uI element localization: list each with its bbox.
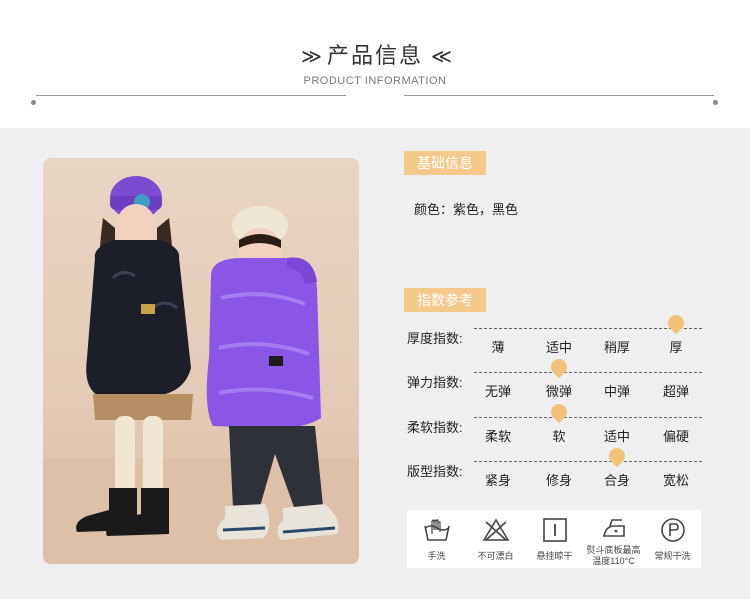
index-scale-line: [474, 328, 702, 329]
care-item-dry-clean: 常规干洗: [643, 510, 702, 568]
index-option: 合身: [603, 473, 630, 488]
care-label: 悬挂晾干: [536, 551, 573, 561]
left-arrow-icon: ≫: [301, 46, 322, 68]
index-option: 宽松: [662, 473, 689, 488]
index-label: 柔软指数:: [407, 420, 463, 435]
product-photo: [43, 158, 359, 564]
hang-dry-icon: [543, 518, 567, 542]
care-instructions: 手洗 不可漂白 悬挂晾干 熨斗底板最高 温度110°C 常规干洗: [407, 510, 701, 568]
index-ref-tag: 指数参考: [404, 288, 486, 312]
care-label: 熨斗底板最高 温度110°C: [586, 545, 641, 566]
divider-dot-left: [31, 100, 36, 105]
care-label: 手洗: [427, 551, 446, 561]
care-item-no-bleach: 不可漂白: [466, 510, 525, 568]
index-option: 适中: [603, 429, 630, 444]
index-option: 超弹: [662, 384, 689, 399]
kids-illustration: [43, 176, 359, 564]
hand-wash-icon: [424, 518, 450, 541]
index-option: 柔软: [484, 429, 511, 444]
index-option: 稍厚: [603, 340, 630, 355]
basic-info-tag: 基础信息: [404, 151, 486, 175]
index-scale-line: [474, 372, 702, 373]
divider-dot-right: [713, 100, 718, 105]
index-option: 厚: [669, 340, 683, 355]
no-bleach-icon: [482, 518, 510, 541]
right-arrow-icon: ≪: [431, 46, 452, 68]
care-item-hand-wash: 手洗: [407, 510, 466, 568]
header: ≫ 产品信息 ≪ PRODUCT INFORMATION: [0, 0, 750, 128]
page-title-text: 产品信息: [326, 43, 423, 68]
page-title: ≫ 产品信息 ≪: [0, 38, 750, 70]
index-option: 适中: [545, 340, 572, 355]
divider-left: [36, 95, 346, 96]
index-label: 弹力指数:: [407, 375, 463, 390]
index-label: 厚度指数:: [407, 331, 463, 346]
index-option: 紧身: [484, 473, 511, 488]
care-label: 不可漂白: [477, 551, 514, 561]
index-option: 薄: [491, 340, 505, 355]
care-item-hang-dry: 悬挂晾干: [525, 510, 584, 568]
index-option: 无弹: [484, 384, 511, 399]
index-scale-line: [474, 461, 702, 462]
index-label: 版型指数:: [407, 464, 463, 479]
index-option: 偏硬: [662, 429, 689, 444]
index-option: 中弹: [603, 384, 630, 399]
dry-clean-icon: [661, 518, 685, 542]
care-label: 常规干洗: [654, 551, 691, 561]
color-info: 颜色：紫色，黑色: [414, 202, 519, 217]
index-option: 微弹: [545, 384, 572, 399]
divider-right: [404, 95, 714, 96]
page-subtitle: PRODUCT INFORMATION: [303, 75, 447, 87]
index-option: 修身: [545, 473, 572, 488]
care-item-iron: 熨斗底板最高 温度110°C: [584, 510, 643, 568]
index-scale-line: [474, 417, 702, 418]
index-option: 软: [552, 429, 566, 444]
iron-icon: [603, 519, 625, 537]
